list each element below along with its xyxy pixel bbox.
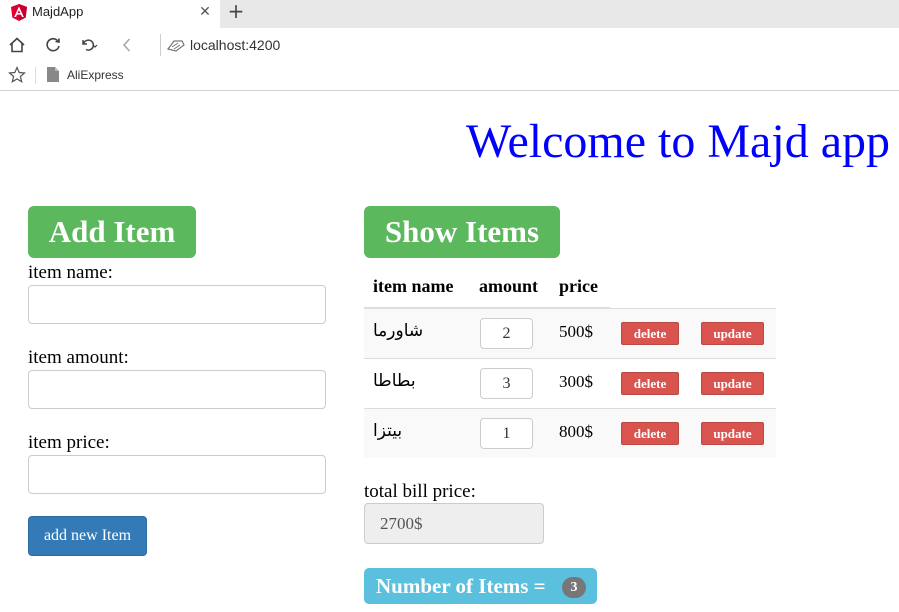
close-icon[interactable]: ✕ — [196, 3, 214, 21]
update-button[interactable]: update — [701, 322, 764, 345]
column-header-price: price — [559, 276, 598, 296]
table-row: شاورما 2 500$ delete update — [364, 308, 776, 358]
item-name-input[interactable] — [28, 285, 326, 324]
item-price-input[interactable] — [28, 455, 326, 494]
column-header-item-name: item name — [373, 276, 454, 296]
browser-tab[interactable]: MajdApp ✕ — [0, 0, 220, 28]
item-name-cell: شاورما — [373, 321, 424, 341]
address-text[interactable]: localhost:4200 — [190, 37, 280, 53]
delete-button[interactable]: delete — [621, 422, 679, 445]
address-separator — [160, 34, 161, 56]
table-row: بطاطا 3 300$ delete update — [364, 358, 776, 408]
favorite-aliexpress[interactable]: AliExpress — [67, 68, 124, 82]
amount-input[interactable]: 3 — [480, 368, 533, 399]
item-price-label: item price: — [28, 432, 110, 453]
delete-button[interactable]: delete — [621, 322, 679, 345]
item-name-cell: بطاطا — [373, 371, 416, 391]
item-count-badge: 3 — [562, 577, 586, 598]
fax-icon — [166, 40, 185, 52]
item-count-label: Number of Items = 3 — [364, 568, 597, 604]
item-amount-input[interactable] — [28, 370, 326, 409]
undo-icon[interactable] — [77, 34, 99, 56]
table-row: بيتزا 1 800$ delete update — [364, 408, 776, 458]
new-tab-icon[interactable]: + — [226, 1, 246, 22]
update-button[interactable]: update — [701, 372, 764, 395]
address-bar[interactable]: localhost:4200 — [160, 34, 860, 56]
column-header-amount: amount — [479, 276, 539, 296]
star-icon[interactable] — [8, 66, 26, 84]
add-item-heading: Add Item — [28, 206, 196, 258]
price-cell: 800$ — [559, 422, 593, 441]
price-cell: 500$ — [559, 322, 593, 341]
total-bill-label: total bill price: — [364, 481, 476, 502]
angular-favicon — [11, 4, 27, 21]
home-icon[interactable] — [6, 34, 28, 56]
navigation-bar: localhost:4200 — [0, 28, 899, 61]
add-new-item-button[interactable]: add new Item — [28, 516, 147, 556]
delete-button[interactable]: delete — [621, 372, 679, 395]
price-cell: 300$ — [559, 372, 593, 391]
tab-bar: MajdApp ✕ + — [0, 0, 899, 28]
item-amount-label: item amount: — [28, 347, 129, 368]
item-name-label: item name: — [28, 262, 113, 283]
item-name-cell: بيتزا — [373, 421, 403, 441]
show-items-heading: Show Items — [364, 206, 560, 258]
favorites-separator — [35, 67, 36, 84]
amount-input[interactable]: 2 — [480, 318, 533, 349]
amount-input[interactable]: 1 — [480, 418, 533, 449]
back-icon[interactable] — [116, 34, 138, 56]
page-title: Welcome to Majd app — [465, 115, 890, 168]
refresh-icon[interactable] — [42, 34, 64, 56]
total-bill-field: 2700$ — [364, 503, 544, 544]
update-button[interactable]: update — [701, 422, 764, 445]
item-count-text: Number of Items = — [376, 574, 546, 598]
page-icon — [47, 67, 59, 82]
favorites-bar: AliExpress — [0, 61, 899, 91]
tab-title: MajdApp — [32, 4, 84, 19]
